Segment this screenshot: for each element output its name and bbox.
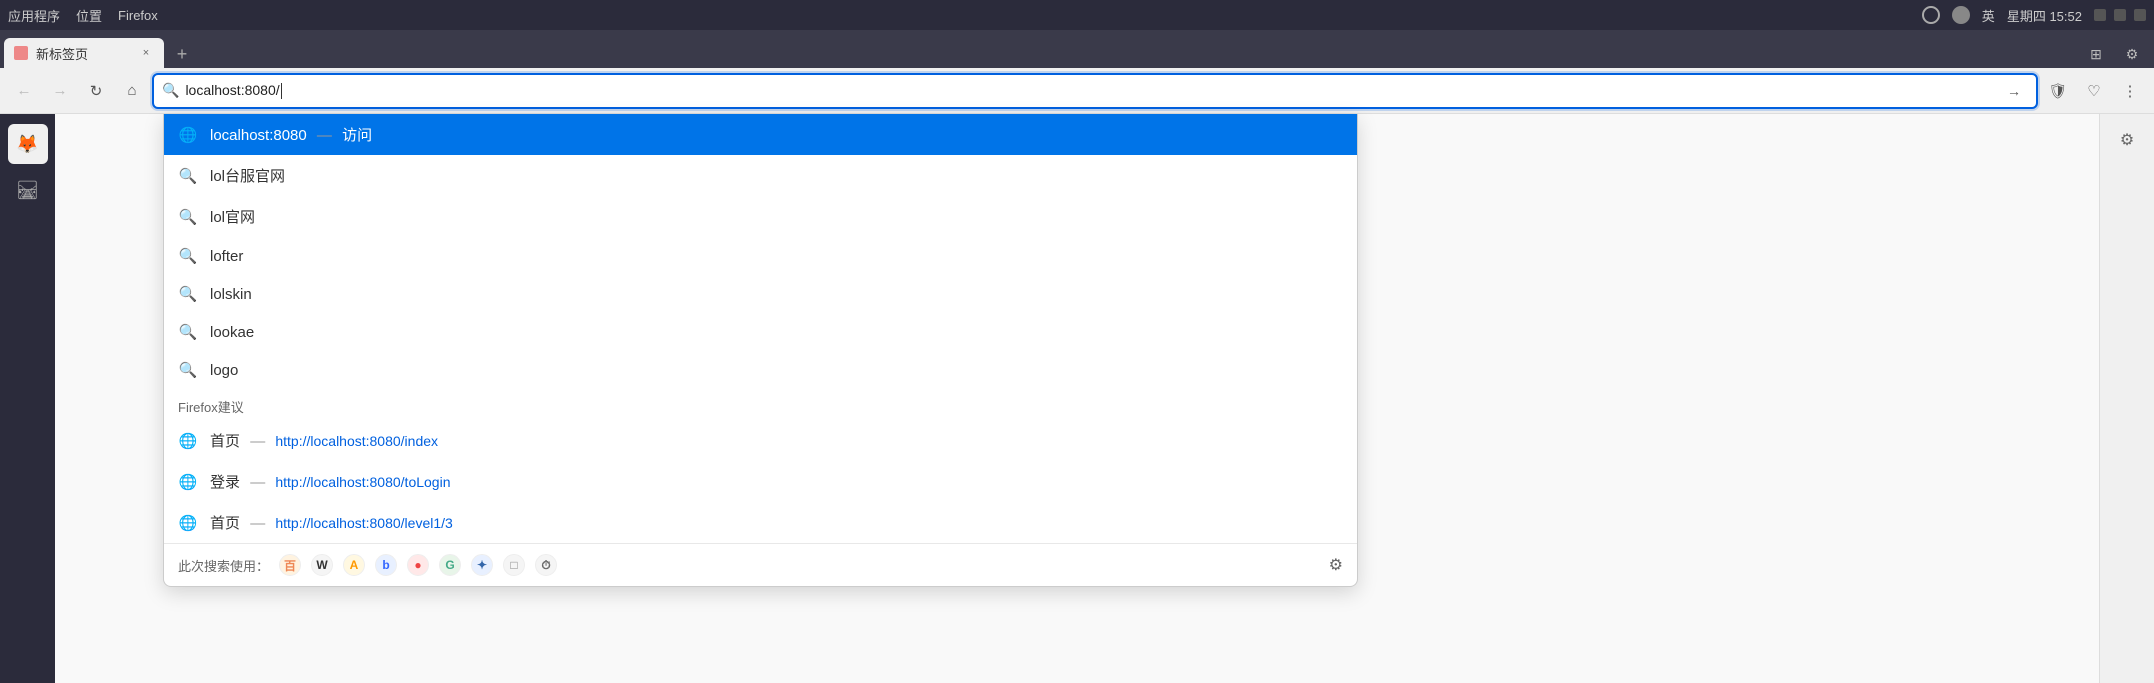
close-button[interactable] (2134, 9, 2146, 21)
dropdown-item-search-6[interactable]: 🔍 logo (164, 351, 1357, 389)
titlebar-right: 英 星期四 15:52 (1922, 6, 2146, 25)
reload-button[interactable]: ↻ (80, 75, 112, 107)
maximize-button[interactable] (2114, 9, 2126, 21)
tab-close-button[interactable]: × (138, 45, 154, 61)
amazon-icon[interactable]: A (343, 554, 365, 576)
shield-button[interactable]: 🛡 (2042, 75, 2074, 107)
globe-icon-sug1: 🌐 (178, 432, 198, 450)
window-controls (2094, 9, 2146, 21)
user-icon (1952, 6, 1970, 24)
search-icon-2: 🔍 (178, 208, 198, 226)
urlbar-search-icon: 🔍 (162, 82, 179, 99)
datetime: 星期四 15:52 (2007, 6, 2082, 25)
lang-indicator: 英 (1982, 6, 1995, 25)
search-icon-5: 🔍 (178, 323, 198, 341)
dropdown-item-search-1[interactable]: 🔍 lol台服官网 (164, 155, 1357, 196)
search-icon-3: 🔍 (178, 247, 198, 265)
navbar-right: 🛡 ♡ ⋮ (2042, 75, 2146, 107)
globe-icon (1922, 6, 1940, 24)
tab-label: 新标签页 (36, 44, 130, 63)
baidu-icon[interactable]: 百 (279, 554, 301, 576)
search-icon-6: 🔍 (178, 361, 198, 379)
tabbar-right-icons: ⊞ ⚙ (2082, 40, 2154, 68)
bottom-search-bar: 此次搜索使用： 百 W A b ● G ✦ □ ⏱ ⚙ (164, 543, 1357, 586)
url-dropdown: 🌐 localhost:8080 — 访问 🔍 lol台服官网 🔍 lol官网 (163, 114, 1358, 587)
tab-favicon (14, 46, 28, 60)
right-panel: ⚙ (2099, 114, 2154, 683)
dropdown-firefox-suggestion-2[interactable]: 🌐 登录 — http://localhost:8080/toLogin (164, 461, 1357, 502)
urlbar-wrap: 🔍 localhost:8080/ → (152, 73, 2038, 109)
sidebar-item-firefox[interactable]: 🦊 (8, 124, 48, 164)
bottom-gear-icon[interactable]: ⚙ (1329, 555, 1343, 575)
clipboard-icon[interactable]: □ (503, 554, 525, 576)
google-icon[interactable]: G (439, 554, 461, 576)
browser-menu[interactable]: Firefox (118, 8, 158, 23)
new-tab-button[interactable]: + (168, 40, 196, 68)
tabbar: 新标签页 × + ⊞ ⚙ (0, 30, 2154, 68)
bottom-search-label: 此次搜索使用： (178, 556, 269, 575)
home-button[interactable]: ⌂ (116, 75, 148, 107)
urlbar-text[interactable]: localhost:8080/ (185, 82, 1994, 99)
titlebar: 应用程序 位置 Firefox 英 星期四 15:52 (0, 0, 2154, 30)
urlbar-go-button[interactable]: → (2000, 77, 2028, 105)
urlbar[interactable]: 🔍 localhost:8080/ → (152, 73, 2038, 109)
search-icon-1: 🔍 (178, 167, 198, 185)
history-icon[interactable]: ⏱ (535, 554, 557, 576)
dropdown-item-search-2[interactable]: 🔍 lol官网 (164, 196, 1357, 237)
titlebar-left: 应用程序 位置 Firefox (8, 6, 158, 25)
dropdown-item-search-5[interactable]: 🔍 lookae (164, 313, 1357, 351)
position-menu[interactable]: 位置 (76, 6, 102, 25)
sidebar-toggle-button[interactable]: ⊞ (2082, 40, 2110, 68)
right-panel-settings-button[interactable]: ⚙ (2109, 122, 2145, 158)
sidebar: 🦊 🛤 (0, 114, 55, 683)
urlbar-cursor (281, 83, 282, 99)
navbar: ← → ↻ ⌂ 🔍 localhost:8080/ → 🛡 ♡ ⋮ (0, 68, 2154, 114)
dropdown-item-localhost[interactable]: 🌐 localhost:8080 — 访问 (164, 114, 1357, 155)
globe-icon: 🌐 (178, 126, 198, 144)
bing-icon[interactable]: b (375, 554, 397, 576)
apps-menu[interactable]: 应用程序 (8, 6, 60, 25)
extensions-button[interactable]: ⋮ (2114, 75, 2146, 107)
forward-button[interactable]: → (44, 75, 76, 107)
sidebar-item-newroad[interactable]: 🛤 (8, 170, 48, 210)
dropdown-firefox-suggestion-1[interactable]: 🌐 首页 — http://localhost:8080/index (164, 420, 1357, 461)
wikipedia-icon[interactable]: W (311, 554, 333, 576)
duckduckgo-icon[interactable]: ● (407, 554, 429, 576)
minimize-button[interactable] (2094, 9, 2106, 21)
twitter-icon[interactable]: ✦ (471, 554, 493, 576)
dropdown-firefox-suggestion-3[interactable]: 🌐 首页 — http://localhost:8080/level1/3 (164, 502, 1357, 543)
main-content: 🌐 localhost:8080 — 访问 🔍 lol台服官网 🔍 lol官网 (55, 114, 2099, 683)
settings-button[interactable]: ⚙ (2118, 40, 2146, 68)
globe-icon-sug3: 🌐 (178, 514, 198, 532)
bookmark-button[interactable]: ♡ (2078, 75, 2110, 107)
dropdown-item-search-3[interactable]: 🔍 lofter (164, 237, 1357, 275)
dropdown-item-search-4[interactable]: 🔍 lolskin (164, 275, 1357, 313)
dropdown-item-text: localhost:8080 — 访问 (210, 124, 1343, 145)
layout: 🦊 🛤 🌐 localhost:8080 — 访问 🔍 l (0, 114, 2154, 683)
active-tab[interactable]: 新标签页 × (4, 38, 164, 68)
globe-icon-sug2: 🌐 (178, 473, 198, 491)
back-button[interactable]: ← (8, 75, 40, 107)
firefox-suggestions-label: Firefox建议 (164, 389, 1357, 420)
search-icon-4: 🔍 (178, 285, 198, 303)
